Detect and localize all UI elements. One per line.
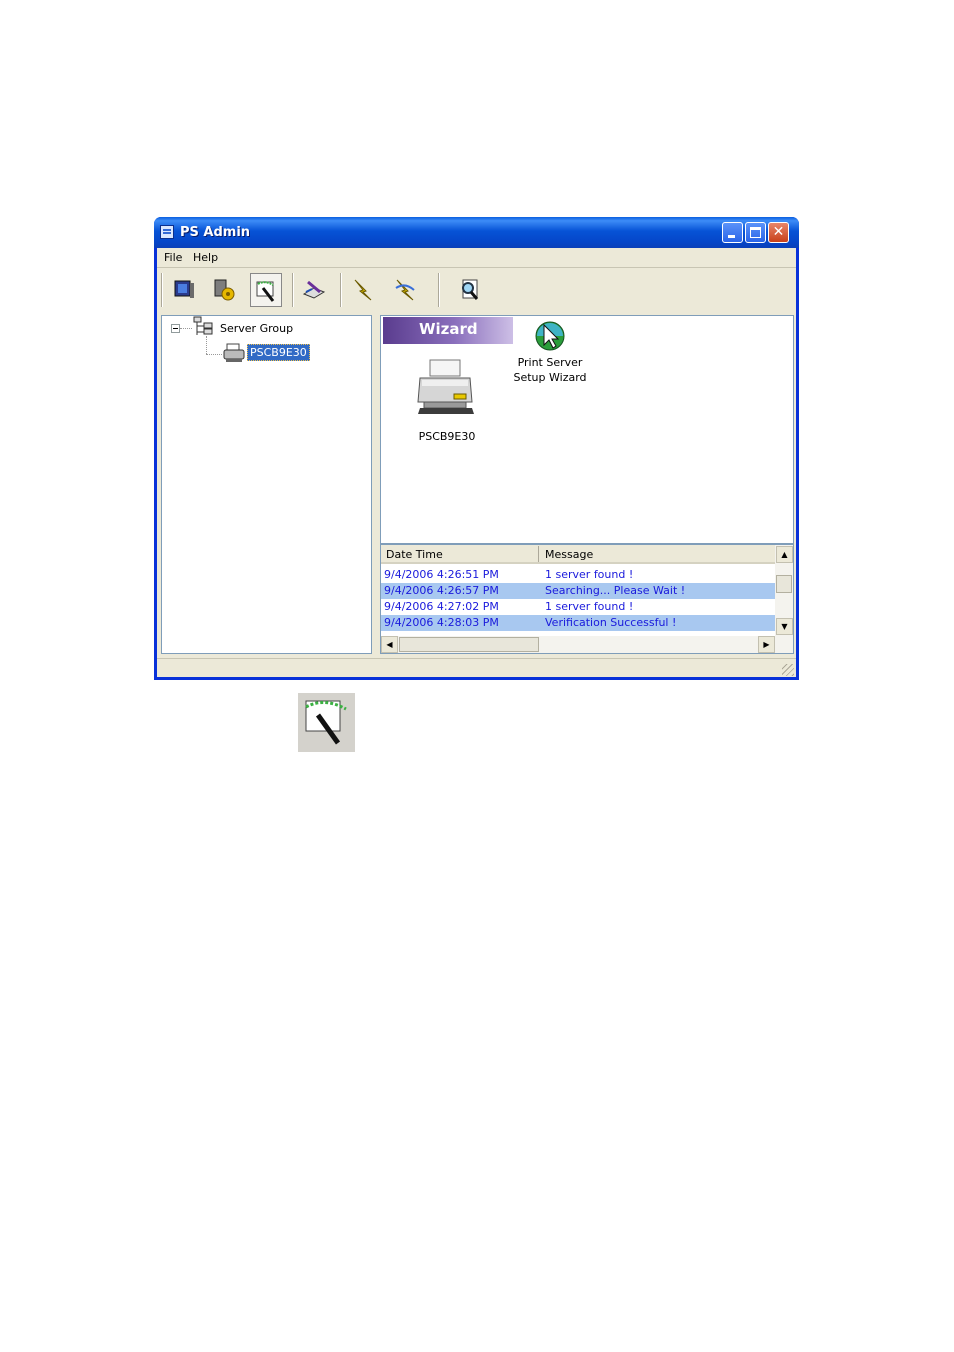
search-icon (462, 279, 479, 300)
log-row[interactable]: 9/4/2006 4:26:57 PM Searching... Please … (381, 583, 775, 599)
close-button[interactable]: ✕ (768, 222, 789, 243)
log-message: Verification Successful ! (545, 616, 677, 629)
search-button[interactable] (454, 273, 486, 307)
toolbar-separator (161, 273, 163, 307)
maximize-icon (750, 227, 761, 238)
scroll-down-icon[interactable]: ▼ (776, 618, 793, 635)
log-message: 1 server found ! (545, 568, 634, 581)
log-row[interactable]: 9/4/2006 4:27:02 PM 1 server found ! (381, 599, 775, 615)
minimize-button[interactable] (722, 222, 743, 243)
log-time: 9/4/2006 4:26:51 PM (384, 568, 499, 581)
pane-splitter[interactable] (374, 314, 378, 655)
log-row[interactable]: 9/4/2006 4:26:51 PM 1 server found ! (381, 567, 775, 583)
log-row[interactable]: 9/4/2006 4:28:03 PM Verification Success… (381, 615, 775, 631)
tree-connector (180, 328, 192, 329)
disconnect-icon (395, 279, 415, 301)
wizard-wand-icon (256, 281, 275, 302)
menu-help[interactable]: Help (193, 251, 218, 264)
scroll-thumb[interactable] (399, 637, 539, 652)
server-settings-button[interactable] (208, 273, 240, 307)
scroll-left-icon[interactable]: ◀ (381, 636, 398, 653)
log-header: Date Time Message (381, 545, 775, 564)
window-title: PS Admin (180, 225, 251, 240)
tree-item-print-server[interactable]: PSCB9E30 (247, 344, 310, 361)
wizard-banner: Wizard (383, 317, 513, 344)
printer-label: PSCB9E30 (418, 430, 476, 443)
monitor-button[interactable] (168, 273, 200, 307)
server-group-icon (193, 316, 213, 335)
monitor-icon (174, 280, 194, 298)
device-view: Wizard PSCB9E30 Print Server Setup Wizar… (380, 315, 794, 544)
log-message: 1 server found ! (545, 600, 634, 613)
printer-icon (223, 343, 245, 362)
column-message[interactable]: Message (545, 548, 593, 561)
log-horizontal-scrollbar[interactable]: ◀ ▶ (381, 636, 793, 653)
column-divider[interactable] (538, 546, 539, 562)
setup-wizard-label-line2: Setup Wizard (513, 371, 587, 384)
connect-button[interactable] (347, 273, 379, 307)
log-message: Searching... Please Wait ! (545, 584, 686, 597)
scroll-up-icon[interactable]: ▲ (776, 546, 793, 563)
edit-properties-button[interactable] (298, 273, 330, 307)
client-area: File Help Server Group PSCB9E30 Wizard P… (157, 248, 796, 677)
maximize-button[interactable] (745, 222, 766, 243)
menu-bar: File Help (157, 248, 796, 268)
app-icon (160, 225, 174, 239)
wizard-button[interactable] (250, 273, 282, 307)
log-time: 9/4/2006 4:28:03 PM (384, 616, 499, 629)
menu-file[interactable]: File (164, 251, 182, 264)
log-vertical-scrollbar[interactable]: ▲ ▼ (775, 545, 793, 636)
wizard-wand-icon (305, 700, 347, 745)
scroll-right-icon[interactable]: ▶ (758, 636, 775, 653)
log-time: 9/4/2006 4:26:57 PM (384, 584, 499, 597)
status-bar (157, 658, 796, 678)
ps-admin-window: PS Admin ✕ File Help Server Group PSCB9E… (154, 217, 799, 680)
log-time: 9/4/2006 4:27:02 PM (384, 600, 499, 613)
column-date-time[interactable]: Date Time (386, 548, 443, 561)
connect-icon (354, 279, 372, 301)
minimize-icon (728, 235, 735, 238)
tree-item-server-group[interactable]: Server Group (220, 322, 293, 335)
server-settings-icon (214, 279, 235, 301)
wizard-wand-icon-enlarged (298, 693, 355, 752)
edit-properties-icon (302, 280, 326, 299)
collapse-icon[interactable] (171, 324, 180, 333)
toolbar-separator (340, 273, 342, 307)
disconnect-button[interactable] (389, 273, 421, 307)
resize-grip-icon[interactable] (782, 664, 794, 676)
setup-wizard-icon[interactable] (533, 319, 567, 353)
message-log[interactable]: Date Time Message 9/4/2006 4:26:51 PM 1 … (380, 544, 794, 654)
printer-large-icon[interactable] (414, 356, 478, 422)
tree-connector (206, 336, 207, 354)
server-tree[interactable]: Server Group PSCB9E30 (161, 315, 372, 654)
scroll-thumb[interactable] (776, 575, 792, 593)
toolbar-separator (292, 273, 294, 307)
toolbar (159, 270, 794, 310)
title-bar[interactable]: PS Admin ✕ (154, 217, 799, 248)
close-icon: ✕ (772, 224, 785, 240)
setup-wizard-label-line1: Print Server (517, 356, 583, 369)
toolbar-separator (438, 273, 440, 307)
tree-connector (206, 354, 222, 355)
